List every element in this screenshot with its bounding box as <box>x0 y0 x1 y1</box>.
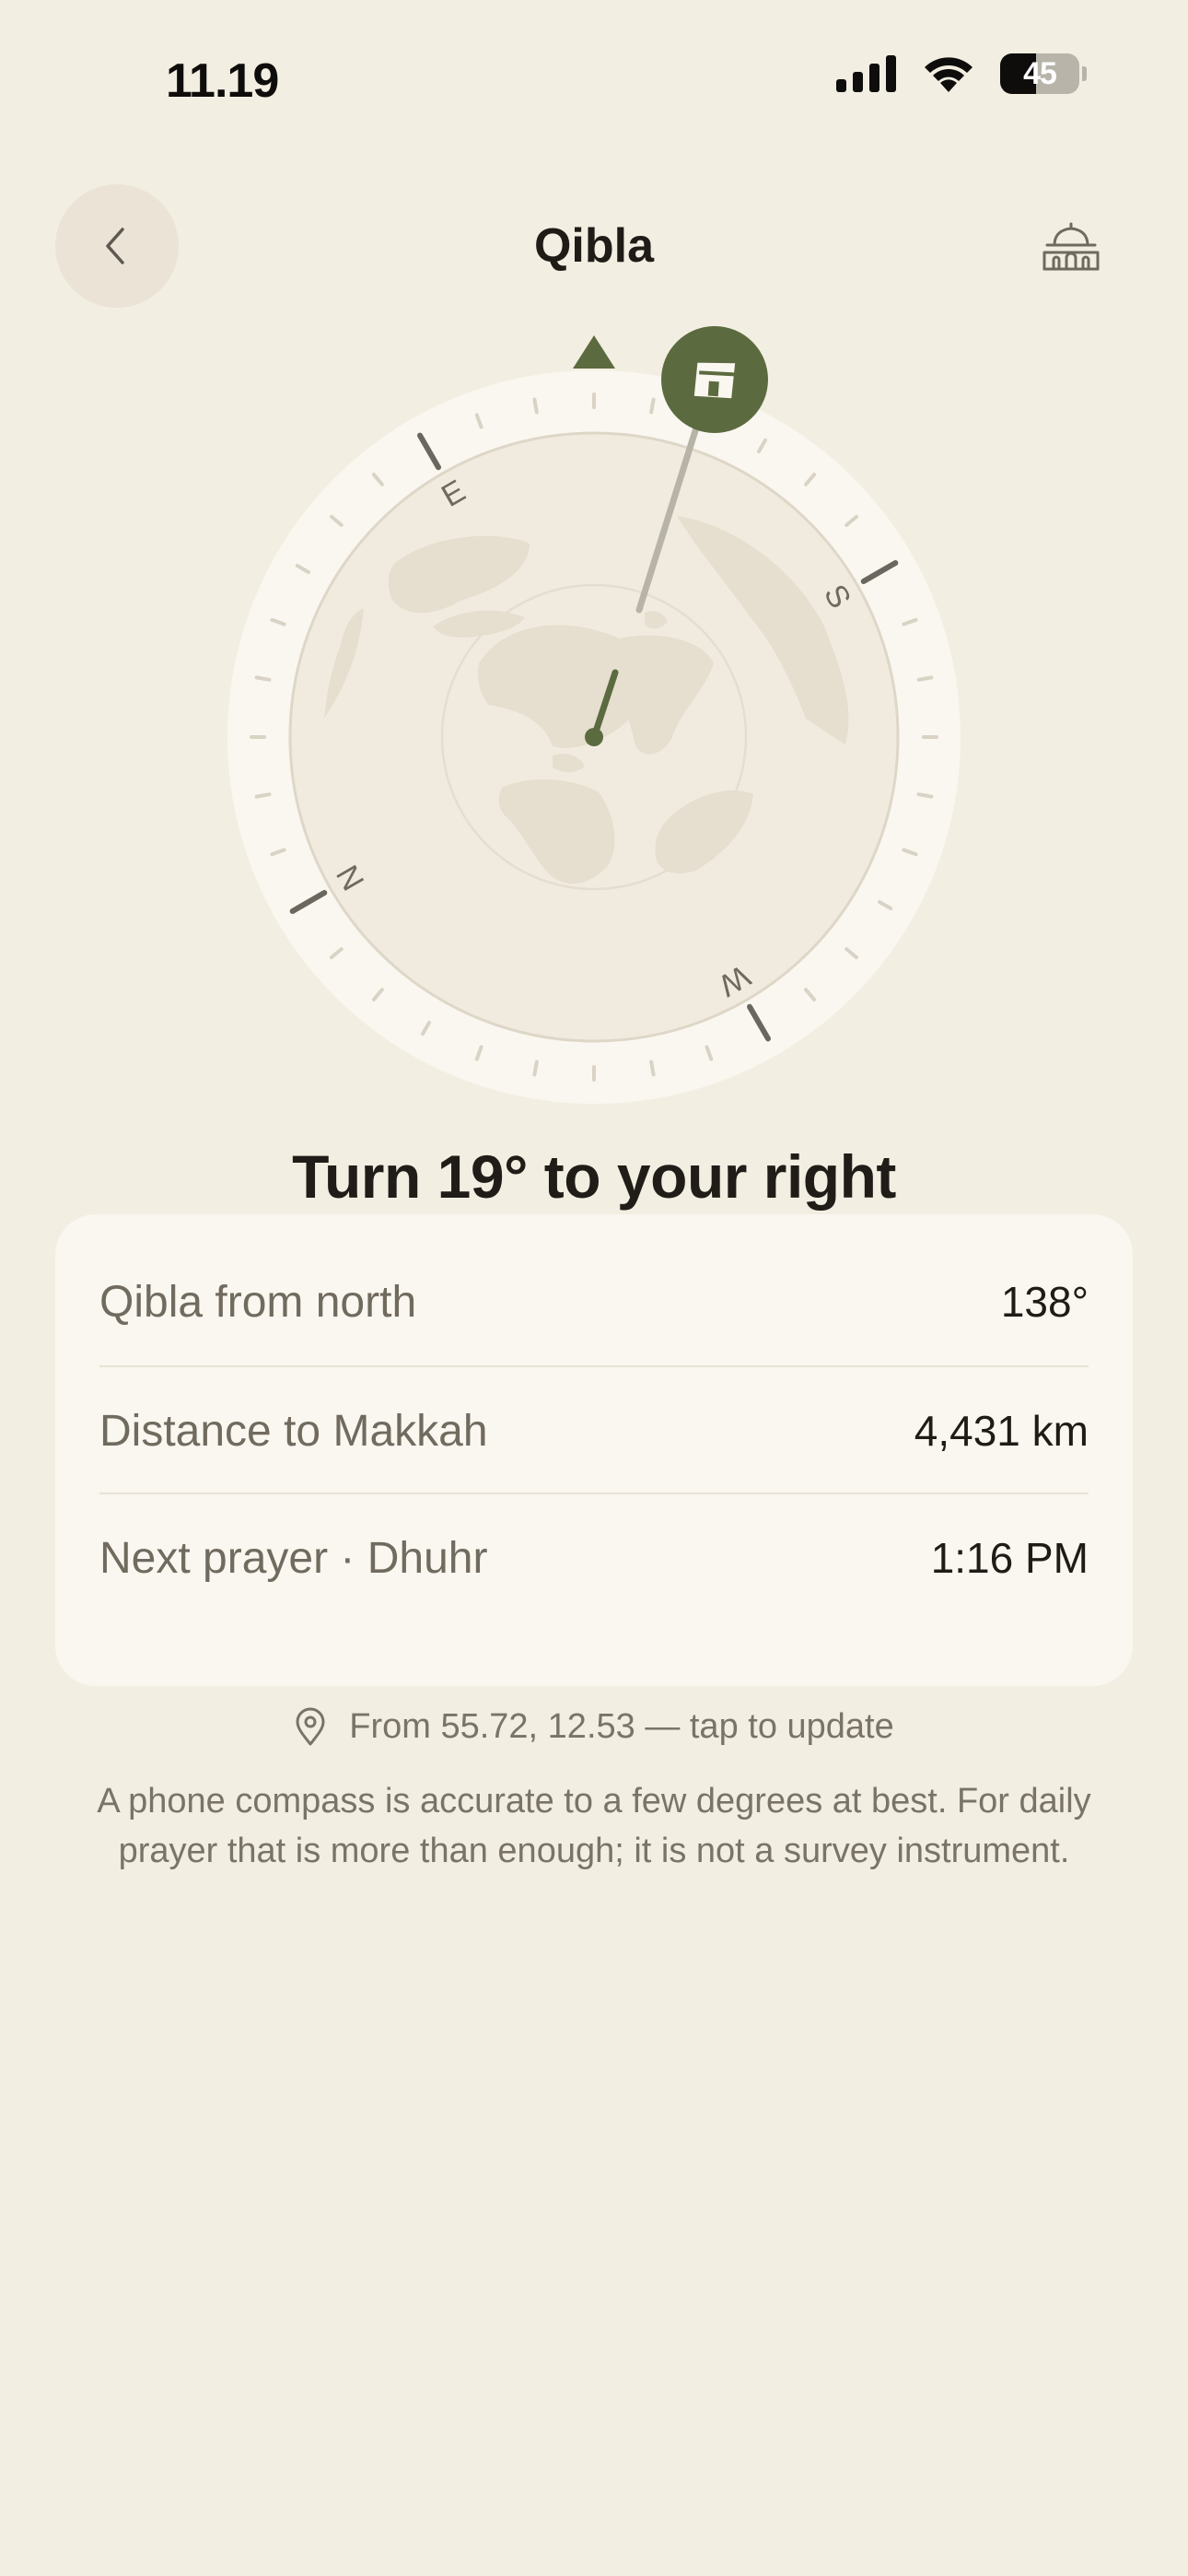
info-label: Distance to Makkah <box>99 1406 488 1456</box>
info-label: Next prayer · Dhuhr <box>99 1533 488 1583</box>
minor-tick <box>916 675 934 682</box>
minor-tick <box>916 792 934 799</box>
minor-tick <box>532 397 539 415</box>
location-update-button[interactable]: From 55.72, 12.53 — tap to update <box>0 1706 1188 1747</box>
battery-level: 45 <box>1023 55 1057 91</box>
minor-tick <box>532 1060 539 1077</box>
info-row-qibla-bearing: Qibla from north 138° <box>99 1238 1089 1365</box>
info-row-distance: Distance to Makkah 4,431 km <box>99 1365 1089 1494</box>
status-time: 11.19 <box>166 54 279 108</box>
heading-marker-triangle <box>573 335 615 369</box>
status-icons: 45 <box>836 53 1087 94</box>
location-pin-icon <box>296 1707 325 1746</box>
qibla-info-card: Qibla from north 138° Distance to Makkah… <box>55 1214 1133 1686</box>
minor-tick <box>254 675 272 682</box>
battery-icon: 45 <box>1000 53 1079 94</box>
turn-instruction: Turn 19° to your right <box>292 1142 896 1211</box>
info-row-next-prayer: Next prayer · Dhuhr 1:16 PM <box>99 1493 1089 1622</box>
mosque-icon <box>1042 222 1100 271</box>
minor-tick <box>254 792 272 799</box>
info-value: 138° <box>1000 1278 1089 1326</box>
minor-tick <box>649 1060 656 1077</box>
accuracy-disclaimer: A phone compass is accurate to a few deg… <box>97 1782 1091 1870</box>
qibla-compass: NESW <box>227 326 961 1104</box>
kaaba-badge <box>661 326 768 433</box>
compass-center-dot <box>585 728 603 746</box>
info-value: 4,431 km <box>914 1407 1089 1455</box>
location-text: From 55.72, 12.53 — tap to update <box>349 1706 894 1746</box>
info-value: 1:16 PM <box>930 1534 1089 1582</box>
wifi-icon <box>925 57 973 92</box>
page-title: Qibla <box>533 219 655 273</box>
cellular-signal-icon <box>836 55 896 92</box>
mosque-button[interactable] <box>1035 210 1107 282</box>
minor-tick <box>649 397 656 415</box>
info-label: Qibla from north <box>99 1277 417 1327</box>
